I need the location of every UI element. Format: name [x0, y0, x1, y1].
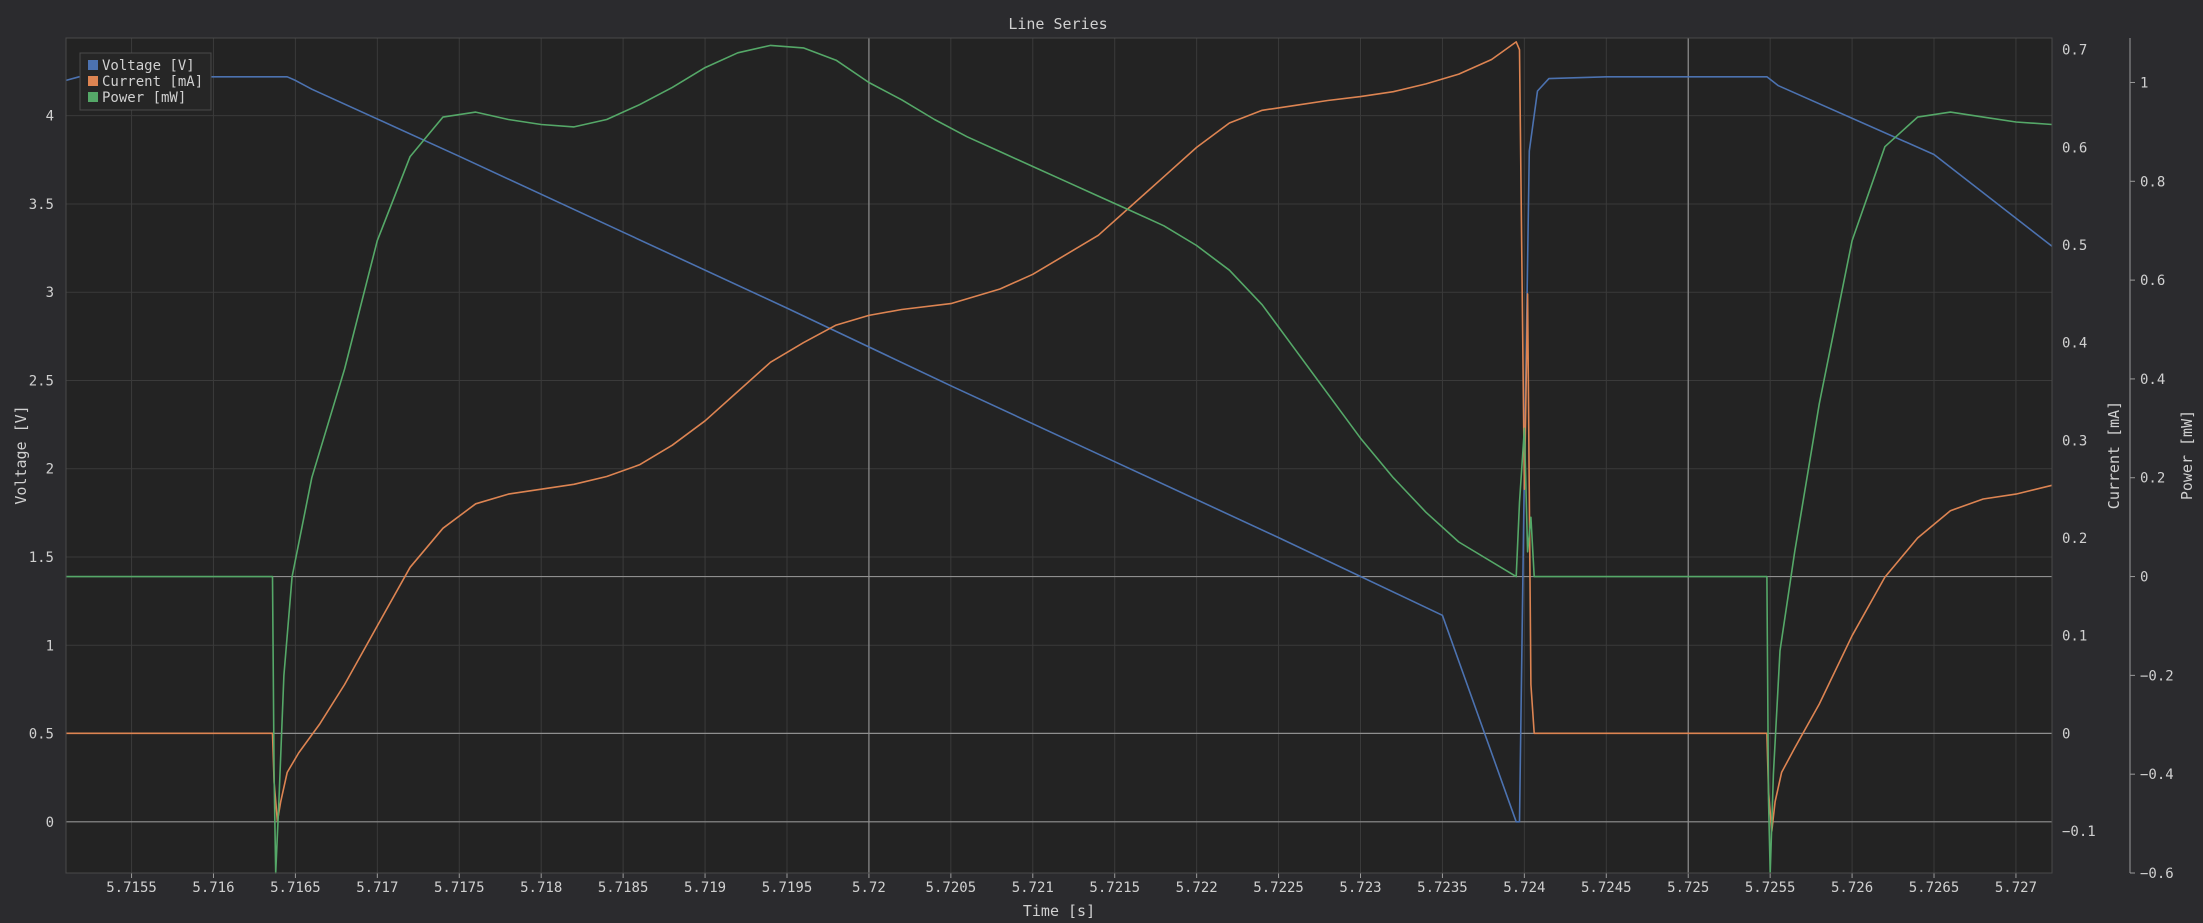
x-tick-label: 5.7155	[106, 880, 157, 896]
power-tick-label: −0.6	[2140, 866, 2174, 882]
power-tick-label: −0.4	[2140, 767, 2174, 783]
current-axis-label: Current [mA]	[2105, 401, 2123, 509]
current-tick-label: 0	[2062, 726, 2070, 742]
current-tick-label: 0.1	[2062, 629, 2087, 645]
power-axis-label: Power [mW]	[2178, 410, 2196, 500]
x-tick-label: 5.7195	[762, 880, 813, 896]
voltage-tick-label: 2.5	[29, 373, 54, 389]
legend-label-voltage: Voltage [V]	[102, 58, 195, 74]
x-tick-label: 5.726	[1831, 880, 1873, 896]
power-tick-label: 0.4	[2140, 372, 2165, 388]
legend-swatch-power	[88, 92, 98, 102]
x-tick-label: 5.7215	[1089, 880, 1140, 896]
x-tick-label: 5.7265	[1909, 880, 1960, 896]
plot-area	[66, 38, 2052, 873]
x-tick-label: 5.719	[684, 880, 726, 896]
x-tick-label: 5.723	[1339, 880, 1381, 896]
x-tick-label: 5.717	[356, 880, 398, 896]
current-tick-label: 0.6	[2062, 140, 2087, 156]
power-tick-label: 0	[2140, 570, 2148, 586]
voltage-tick-label: 0	[46, 815, 54, 831]
x-tick-label: 5.7235	[1417, 880, 1468, 896]
x-tick-label: 5.722	[1176, 880, 1218, 896]
x-tick-label: 5.721	[1012, 880, 1054, 896]
current-tick-label: −0.1	[2062, 824, 2096, 840]
current-tick-label: 0.5	[2062, 238, 2087, 254]
power-tick-label: 0.6	[2140, 273, 2165, 289]
legend-swatch-current	[88, 76, 98, 86]
x-tick-label: 5.725	[1667, 880, 1709, 896]
legend: Voltage [V] Current [mA] Power [mW]	[79, 52, 212, 111]
voltage-tick-label: 0.5	[29, 727, 54, 743]
legend-swatch-voltage	[88, 60, 98, 70]
legend-label-power: Power [mW]	[102, 90, 186, 106]
x-tick-label: 5.718	[520, 880, 562, 896]
x-tick-label: 5.7185	[598, 880, 649, 896]
voltage-tick-label: 4	[46, 109, 54, 125]
x-tick-label: 5.724	[1503, 880, 1545, 896]
current-tick-label: 0.4	[2062, 336, 2087, 352]
current-tick-label: 0.3	[2062, 433, 2087, 449]
voltage-tick-label: 1	[46, 638, 54, 654]
x-tick-label: 5.7255	[1745, 880, 1796, 896]
voltage-tick-label: 2	[46, 462, 54, 478]
power-tick-label: 0.8	[2140, 174, 2165, 190]
line-series-chart: Line Series 5.7155 5.716 5.7165 5.717 5.7175…	[0, 0, 2203, 923]
legend-label-current: Current [mA]	[102, 74, 203, 90]
x-tick-label: 5.7165	[270, 880, 321, 896]
voltage-axis-label: Voltage [V]	[12, 405, 30, 504]
power-tick-label: 0.2	[2140, 471, 2165, 487]
voltage-tick-label: 3	[46, 285, 54, 301]
x-tick-label: 5.7245	[1581, 880, 1632, 896]
voltage-tick-label: 3.5	[29, 197, 54, 213]
current-tick-label: 0.2	[2062, 531, 2087, 547]
x-tick-label: 5.7205	[926, 880, 977, 896]
x-tick-label: 5.7175	[434, 880, 485, 896]
current-tick-label: 0.7	[2062, 43, 2087, 59]
power-tick-label: −0.2	[2140, 668, 2174, 684]
x-tick-label: 5.727	[1995, 880, 2037, 896]
x-tick-label: 5.716	[192, 880, 234, 896]
x-tick-label: 5.72	[852, 880, 886, 896]
x-axis-label: Time [s]	[1023, 902, 1095, 920]
chart-title: Line Series	[1008, 15, 1107, 33]
power-tick-label: 1	[2140, 75, 2148, 91]
voltage-tick-label: 1.5	[29, 550, 54, 566]
x-tick-label: 5.7225	[1253, 880, 1304, 896]
